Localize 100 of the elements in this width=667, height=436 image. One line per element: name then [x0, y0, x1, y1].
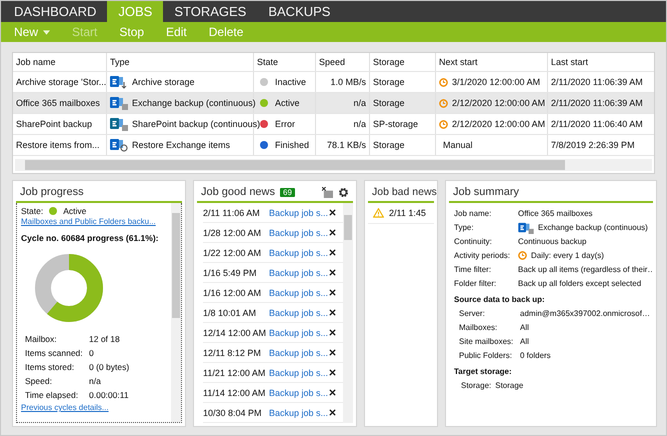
summary-value: admin@m365x397002.onmicrosof… [520, 308, 650, 320]
stat-label: Mailbox: [25, 333, 58, 346]
news-time: 12/11 8:12 PM [203, 348, 262, 358]
job-name: Archive storage 'Stor... [16, 77, 106, 87]
column-header[interactable]: Job name [13, 53, 107, 71]
nav-tab[interactable]: DASHBOARD [3, 1, 108, 22]
news-link[interactable]: Backup job s... [269, 288, 329, 298]
table-row[interactable]: Restore items from... Restore Exchange items Finished 78.1 KB/s Storage Manual 7/8/2019 2:26:39 PM [13, 135, 654, 156]
close-icon[interactable] [329, 309, 336, 316]
close-icon[interactable] [329, 369, 336, 376]
stat-label: Items stored: [25, 361, 76, 374]
news-link[interactable]: Backup job s... [269, 228, 329, 238]
last-start: 2/11/2020 11:06:39 AM [551, 77, 643, 87]
stat-value: 0 [89, 347, 94, 360]
nav-tab[interactable]: STORAGES [163, 1, 258, 22]
job-storage: Storage [373, 140, 405, 150]
clear-list-icon[interactable] [322, 186, 333, 198]
close-icon[interactable] [329, 269, 336, 276]
table-row[interactable]: SharePoint backup SharePoint backup (continuous) Error n/a SP-storage 2/12/2020 12:00:00 AM 2/11/2020 11:06:40 AM [13, 114, 654, 135]
clock-icon [518, 251, 527, 260]
panel-title: Job good news [201, 186, 275, 198]
vertical-scrollbar[interactable] [343, 203, 353, 423]
column-header[interactable]: State [254, 53, 316, 71]
job-speed: 78.1 KB/s [326, 140, 366, 150]
job-name: Restore items from... [16, 140, 100, 150]
close-icon[interactable] [329, 329, 336, 336]
exchange-doc-icon [518, 222, 534, 234]
summary-value: 0 folders [520, 350, 551, 362]
state-label: State: [21, 206, 44, 216]
news-link[interactable]: Backup job s... [269, 208, 329, 218]
summary-label: Continuity: [454, 236, 493, 248]
column-header[interactable]: Speed [316, 53, 370, 71]
job-type: SharePoint backup (continuous) [132, 119, 260, 129]
close-icon[interactable] [329, 209, 336, 216]
news-time: 1/8 10:01 AM [203, 308, 258, 318]
panel-title: Job progress [16, 183, 182, 203]
summary-value: All [520, 322, 529, 334]
news-time: 1/28 12:00 AM [203, 228, 262, 238]
job-storage: SP-storage [373, 119, 418, 129]
column-header[interactable]: Storage [370, 53, 436, 71]
job-speed: n/a [353, 119, 366, 129]
section-heading: Source data to back up: [454, 294, 545, 306]
summary-label: Time filter: [454, 264, 492, 276]
news-link[interactable]: Backup job s... [269, 368, 329, 378]
job-state: Inactive [275, 77, 306, 87]
close-icon[interactable] [329, 249, 336, 256]
table-row[interactable]: Office 365 mailboxes Exchange backup (continuous) Active n/a Storage 2/12/2020 12:00:00 AM 2/11/2020 11:06:39 AM [13, 93, 654, 114]
job-link[interactable]: Mailboxes and Public Folders backu... [21, 217, 169, 226]
close-icon[interactable] [329, 409, 336, 416]
job-state: Finished [275, 140, 310, 150]
state-value: Active [63, 206, 86, 216]
next-start: 3/1/2020 12:00:00 AM [452, 77, 540, 87]
news-link[interactable]: Backup job s... [269, 328, 329, 338]
stat-value: n/a [89, 375, 101, 388]
column-header[interactable]: Next start [436, 53, 548, 71]
stat-label: Time elapsed: [25, 389, 80, 402]
column-header[interactable]: Type [107, 53, 254, 71]
status-dot [49, 207, 58, 215]
news-time: 1/16 12:00 AM [203, 288, 262, 298]
news-link[interactable]: Backup job s... [269, 348, 329, 358]
next-start: Manual [443, 140, 473, 150]
news-link[interactable]: Backup job s... [269, 408, 329, 418]
close-icon[interactable] [329, 349, 336, 356]
summary-value: Exchange backup (continuous) [538, 222, 648, 234]
close-icon[interactable] [329, 229, 336, 236]
summary-label: Folder filter: [454, 278, 498, 290]
vertical-scrollbar[interactable] [171, 203, 181, 422]
news-time: 11/21 12:00 AM [203, 368, 266, 378]
news-time: 2/11 11:06 AM [203, 208, 261, 218]
news-time: 2/11 1:45 [389, 208, 426, 218]
next-start: 2/12/2020 12:00:00 AM [452, 119, 546, 129]
job-type: Exchange backup (continuous) [132, 98, 256, 108]
summary-label: Job name: [454, 208, 492, 220]
cycle-progress-text: Cycle no. 60684 progress (61.1%): [21, 233, 160, 243]
panel-title: Job bad news [368, 183, 434, 203]
job-speed: n/a [353, 98, 366, 108]
job-type: Restore Exchange items [132, 140, 230, 150]
horizontal-scrollbar[interactable] [15, 159, 652, 171]
nav-tab[interactable]: BACKUPS [257, 1, 342, 22]
job-speed: 1.0 MB/s [330, 77, 366, 87]
settings-icon[interactable] [338, 186, 349, 198]
next-start: 2/12/2020 12:00:00 AM [452, 98, 546, 108]
close-icon[interactable] [329, 289, 336, 296]
news-link[interactable]: Backup job s... [269, 248, 329, 258]
summary-value: Back up all items (regardless of their… [518, 264, 653, 276]
previous-cycles-link[interactable]: Previous cycles details... [21, 403, 169, 412]
stat-value: 12 of 18 [89, 333, 120, 346]
summary-label: Mailboxes: [459, 322, 498, 334]
summary-label: Server: [459, 308, 486, 320]
column-header[interactable]: Last start [548, 53, 648, 71]
news-link[interactable]: Backup job s... [269, 388, 329, 398]
job-name: Office 365 mailboxes [16, 98, 100, 108]
stat-label: Speed: [25, 375, 53, 388]
news-link[interactable]: Backup job s... [269, 268, 329, 278]
close-icon[interactable] [329, 389, 336, 396]
summary-value: Storage [495, 380, 524, 392]
news-time: 10/30 8:04 PM [203, 408, 263, 418]
summary-label: Public Folders: [459, 350, 513, 362]
news-link[interactable]: Backup job s... [269, 308, 329, 318]
summary-label: Site mailboxes: [459, 336, 514, 348]
